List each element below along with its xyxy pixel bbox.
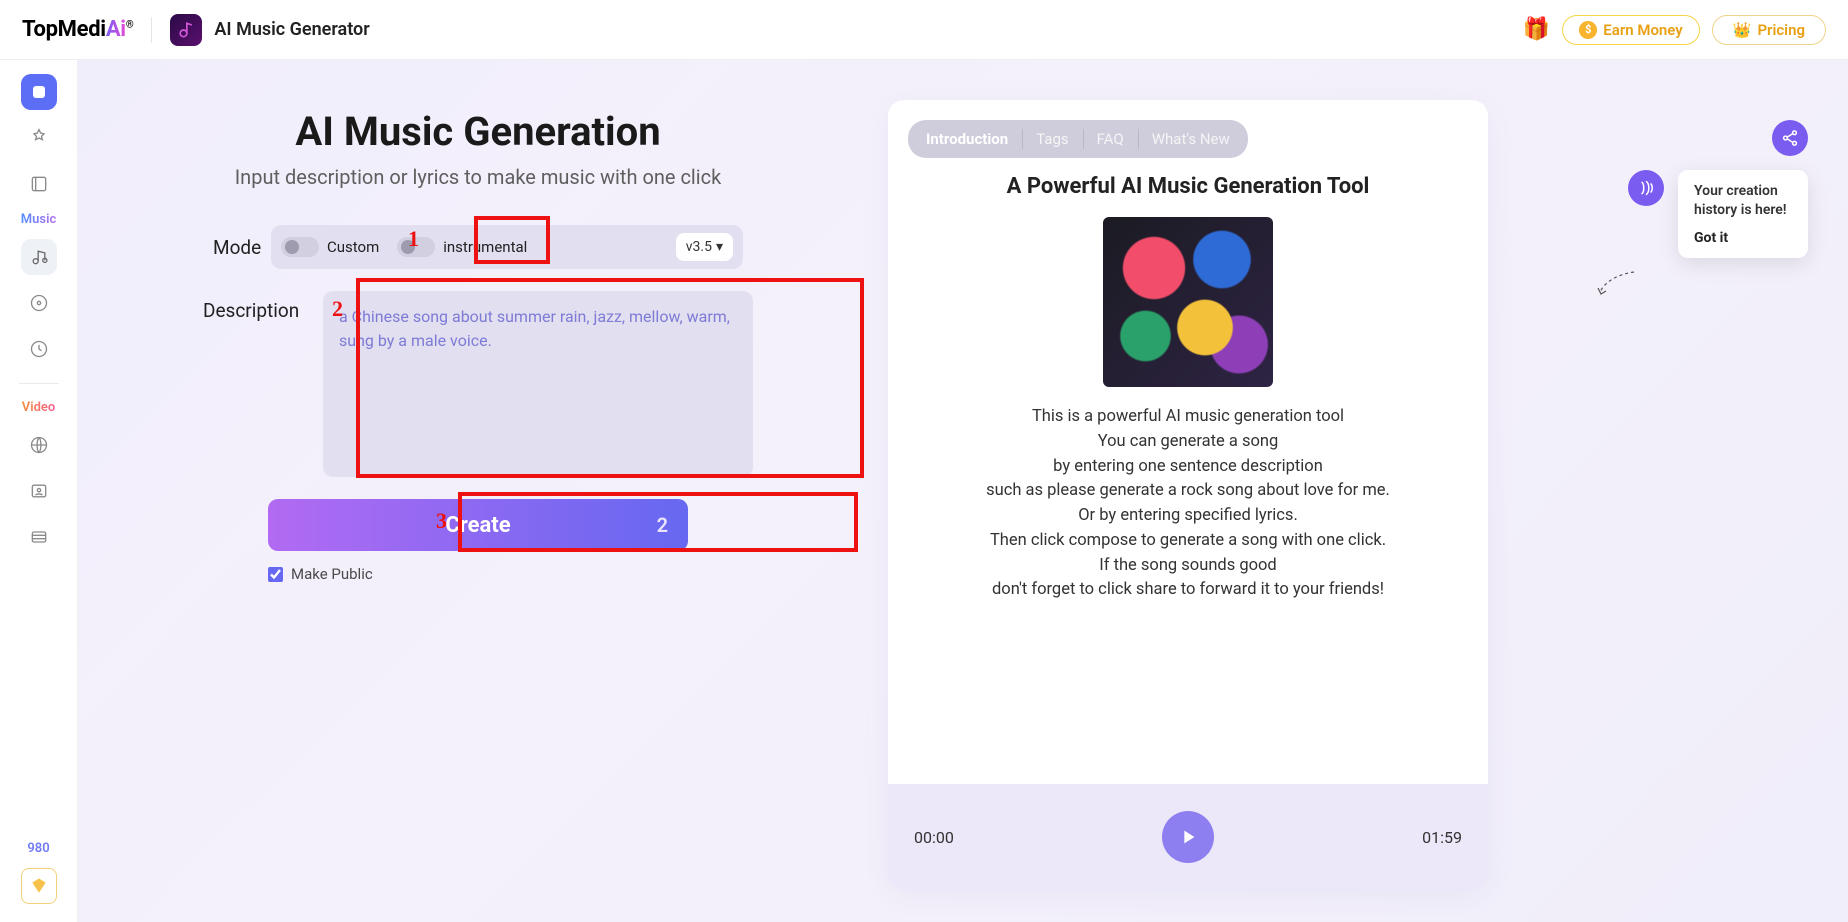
version-select[interactable]: v3.5 ▾	[676, 233, 733, 261]
logo-text: TopMedi	[22, 17, 106, 42]
play-button[interactable]	[1162, 811, 1214, 863]
pricing-label: Pricing	[1757, 21, 1805, 39]
description-label: Description	[203, 291, 323, 477]
logo[interactable]: TopMediAi®	[22, 17, 133, 42]
custom-toggle-label: Custom	[327, 238, 379, 256]
info-card: Introduction Tags FAQ What's New A Power…	[888, 100, 1488, 890]
time-start: 00:00	[914, 828, 954, 847]
main: AI Music Generation Input description or…	[78, 60, 1848, 922]
app-title: AI Music Generator	[214, 19, 369, 40]
sidebar-item-avatar[interactable]	[21, 473, 57, 509]
floating-actions: Your creation history is here! Got it	[1628, 120, 1808, 258]
album-art	[1103, 217, 1273, 387]
earn-money-label: Earn Money	[1603, 21, 1682, 39]
mode-label: Mode	[213, 236, 271, 259]
sidebar-item-library[interactable]	[21, 166, 57, 202]
history-tooltip: Your creation history is here! Got it	[1678, 170, 1808, 258]
got-it-button[interactable]: Got it	[1694, 230, 1792, 246]
create-button-label: Create	[445, 513, 510, 538]
custom-toggle[interactable]	[281, 237, 319, 257]
crown-icon: 👑	[1733, 21, 1752, 39]
logo-ai: Ai	[106, 17, 126, 42]
make-public-row[interactable]: Make Public	[268, 565, 688, 583]
info-panel: Introduction Tags FAQ What's New A Power…	[878, 60, 1848, 922]
instrumental-toggle-label: instrumental	[443, 238, 527, 256]
sidebar-item-explore[interactable]	[21, 120, 57, 156]
header-divider	[151, 17, 152, 43]
sidebar-item-home[interactable]	[21, 74, 57, 110]
make-public-label: Make Public	[291, 565, 373, 583]
info-card-body: This is a powerful AI music generation t…	[922, 405, 1454, 603]
sidebar-section-video: Video	[22, 400, 56, 415]
sidebar-item-tune[interactable]	[21, 331, 57, 367]
tab-introduction[interactable]: Introduction	[912, 126, 1022, 152]
sidebar-item-clip[interactable]	[21, 519, 57, 555]
sidebar-section-music: Music	[21, 212, 56, 227]
sidebar-separator	[19, 383, 59, 384]
history-tooltip-text: Your creation history is here!	[1694, 182, 1792, 220]
credits-count[interactable]: 980	[27, 841, 49, 856]
logo-registered: ®	[126, 20, 134, 31]
page-title: AI Music Generation	[78, 108, 878, 155]
info-card-title: A Powerful AI Music Generation Tool	[888, 174, 1488, 199]
header-right: 🎁 $ Earn Money 👑 Pricing	[1523, 15, 1826, 45]
tab-whats-new[interactable]: What's New	[1138, 126, 1244, 152]
pricing-button[interactable]: 👑 Pricing	[1712, 15, 1826, 45]
info-tabs: Introduction Tags FAQ What's New	[908, 120, 1248, 158]
tab-tags[interactable]: Tags	[1022, 126, 1082, 152]
sidebar-item-music-gen[interactable]	[21, 239, 57, 275]
make-public-checkbox[interactable]	[268, 567, 283, 582]
upgrade-button[interactable]	[21, 868, 57, 904]
time-end: 01:59	[1422, 828, 1462, 847]
mode-group: Custom instrumental v3.5 ▾	[271, 225, 743, 269]
earn-money-button[interactable]: $ Earn Money	[1562, 15, 1699, 45]
page-subtitle: Input description or lyrics to make musi…	[78, 165, 878, 189]
tab-faq[interactable]: FAQ	[1083, 126, 1138, 152]
description-input[interactable]	[323, 291, 753, 477]
version-label: v3.5	[686, 239, 712, 255]
create-count: 2	[657, 513, 668, 537]
sidebar: Music Video 980	[0, 60, 78, 922]
create-row: Create 2 Make Public	[268, 499, 688, 583]
description-row: Description	[203, 291, 753, 477]
audio-player: 00:00 01:59	[888, 784, 1488, 890]
generation-panel: AI Music Generation Input description or…	[78, 60, 878, 922]
instrumental-toggle[interactable]	[397, 237, 435, 257]
history-button[interactable]	[1628, 170, 1664, 206]
app-badge-icon	[170, 14, 202, 46]
create-button[interactable]: Create 2	[268, 499, 688, 551]
share-button[interactable]	[1772, 120, 1808, 156]
sidebar-item-disc[interactable]	[21, 285, 57, 321]
chevron-down-icon: ▾	[716, 239, 723, 255]
coin-icon: $	[1579, 21, 1597, 39]
gift-icon[interactable]: 🎁	[1523, 19, 1550, 41]
tooltip-arrow-icon	[1596, 268, 1636, 298]
mode-row: Mode Custom instrumental v3.5 ▾	[213, 225, 743, 269]
sidebar-item-globe[interactable]	[21, 427, 57, 463]
header: TopMediAi® AI Music Generator 🎁 $ Earn M…	[0, 0, 1848, 60]
